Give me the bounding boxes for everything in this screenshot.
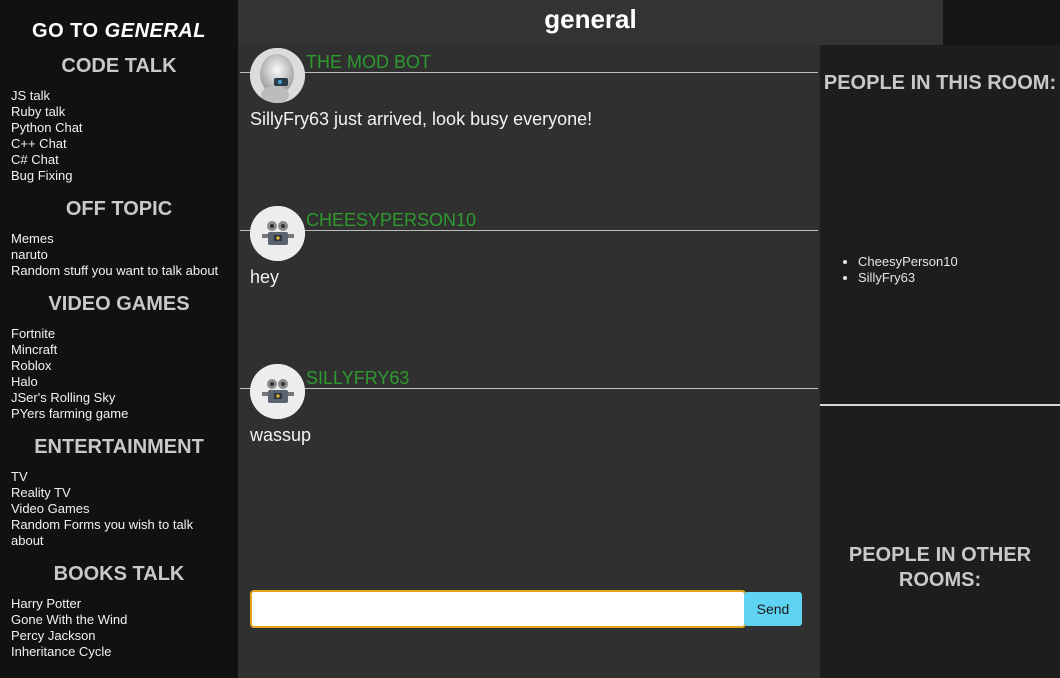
room-link-roblox[interactable]: Roblox xyxy=(6,358,228,374)
message-username: CHEESYPERSON10 xyxy=(306,210,477,230)
people-in-other-rooms-title: PEOPLE IN OTHER ROOMS: xyxy=(848,544,1032,591)
go-to-room-name: GENERAL xyxy=(104,20,206,42)
category-title: CODE TALK xyxy=(61,55,177,77)
category-off-topic: OFF TOPIC Memes naruto Random stuff you … xyxy=(0,198,238,279)
room-link-percy-jackson[interactable]: Percy Jackson xyxy=(6,628,228,644)
person-item: SillyFry63 xyxy=(858,270,958,286)
people-in-room-title: PEOPLE IN THIS ROOM: xyxy=(823,72,1057,94)
category-entertainment: ENTERTAINMENT TV Reality TV Video Games … xyxy=(0,436,238,549)
message-input[interactable] xyxy=(250,590,746,628)
people-in-room-list: CheesyPerson10 SillyFry63 xyxy=(840,254,958,286)
room-link-cpp-chat[interactable]: C++ Chat xyxy=(6,136,228,152)
room-sidebar: GO TO GENERAL CODE TALK JS talk Ruby tal… xyxy=(0,0,238,678)
category-title: OFF TOPIC xyxy=(65,198,173,220)
room-link-memes[interactable]: Memes xyxy=(6,231,228,247)
room-link-random-stuff[interactable]: Random stuff you want to talk about xyxy=(6,263,228,279)
room-title: general xyxy=(544,4,637,34)
chat-area: THE MOD BOT SillyFry63 just arrived, loo… xyxy=(238,45,820,678)
robot-avatar-icon xyxy=(250,206,305,261)
room-link-farming-game[interactable]: PYers farming game xyxy=(6,406,228,422)
room-link-random-forms[interactable]: Random Forms you wish to talk about xyxy=(6,517,228,549)
message-text: wassup xyxy=(250,425,312,445)
room-link-js-talk[interactable]: JS talk xyxy=(6,88,228,104)
category-title: VIDEO GAMES xyxy=(48,293,190,315)
go-to-label: GO TO xyxy=(32,20,99,42)
room-list: Fortnite Mincraft Roblox Halo JSer's Rol… xyxy=(0,326,238,422)
category-title: BOOKS TALK xyxy=(53,563,185,585)
send-button[interactable]: Send xyxy=(744,592,802,626)
room-link-mincraft[interactable]: Mincraft xyxy=(6,342,228,358)
go-to-general-link[interactable]: GO TO GENERAL xyxy=(0,20,238,43)
room-link-fortnite[interactable]: Fortnite xyxy=(6,326,228,342)
message-username: SILLYFRY63 xyxy=(306,368,410,388)
room-link-python-chat[interactable]: Python Chat xyxy=(6,120,228,136)
room-link-ruby-talk[interactable]: Ruby talk xyxy=(6,104,228,120)
category-title: ENTERTAINMENT xyxy=(34,436,204,458)
room-list: Memes naruto Random stuff you want to ta… xyxy=(0,231,238,279)
robot-head-avatar-icon xyxy=(250,48,305,103)
room-link-harry-potter[interactable]: Harry Potter xyxy=(6,596,228,612)
room-link-reality-tv[interactable]: Reality TV xyxy=(6,485,228,501)
room-link-tv[interactable]: TV xyxy=(6,469,228,485)
people-panel: PEOPLE IN THIS ROOM: CheesyPerson10 Sill… xyxy=(820,45,1060,678)
room-link-bug-fixing[interactable]: Bug Fixing xyxy=(6,168,228,184)
message-username: THE MOD BOT xyxy=(306,52,431,72)
room-link-video-games[interactable]: Video Games xyxy=(6,501,228,517)
category-code-talk: CODE TALK JS talk Ruby talk Python Chat … xyxy=(0,55,238,184)
chat-app: GO TO GENERAL CODE TALK JS talk Ruby tal… xyxy=(0,0,1060,678)
room-link-halo[interactable]: Halo xyxy=(6,374,228,390)
room-link-inheritance-cycle[interactable]: Inheritance Cycle xyxy=(6,644,228,660)
room-list: JS talk Ruby talk Python Chat C++ Chat C… xyxy=(0,88,238,184)
room-list: Harry Potter Gone With the Wind Percy Ja… xyxy=(0,596,238,660)
message-text: SillyFry63 just arrived, look busy every… xyxy=(250,109,593,129)
room-link-csharp-chat[interactable]: C# Chat xyxy=(6,152,228,168)
room-link-naruto[interactable]: naruto xyxy=(6,247,228,263)
category-books-talk: BOOKS TALK Harry Potter Gone With the Wi… xyxy=(0,563,238,660)
room-link-gone-with-the-wind[interactable]: Gone With the Wind xyxy=(6,612,228,628)
panel-divider xyxy=(820,404,1060,406)
robot-avatar-icon xyxy=(250,364,305,419)
category-video-games: VIDEO GAMES Fortnite Mincraft Roblox Hal… xyxy=(0,293,238,422)
message-text: hey xyxy=(250,267,280,287)
room-link-rolling-sky[interactable]: JSer's Rolling Sky xyxy=(6,390,228,406)
room-list: TV Reality TV Video Games Random Forms y… xyxy=(0,469,238,549)
person-item: CheesyPerson10 xyxy=(858,254,958,270)
